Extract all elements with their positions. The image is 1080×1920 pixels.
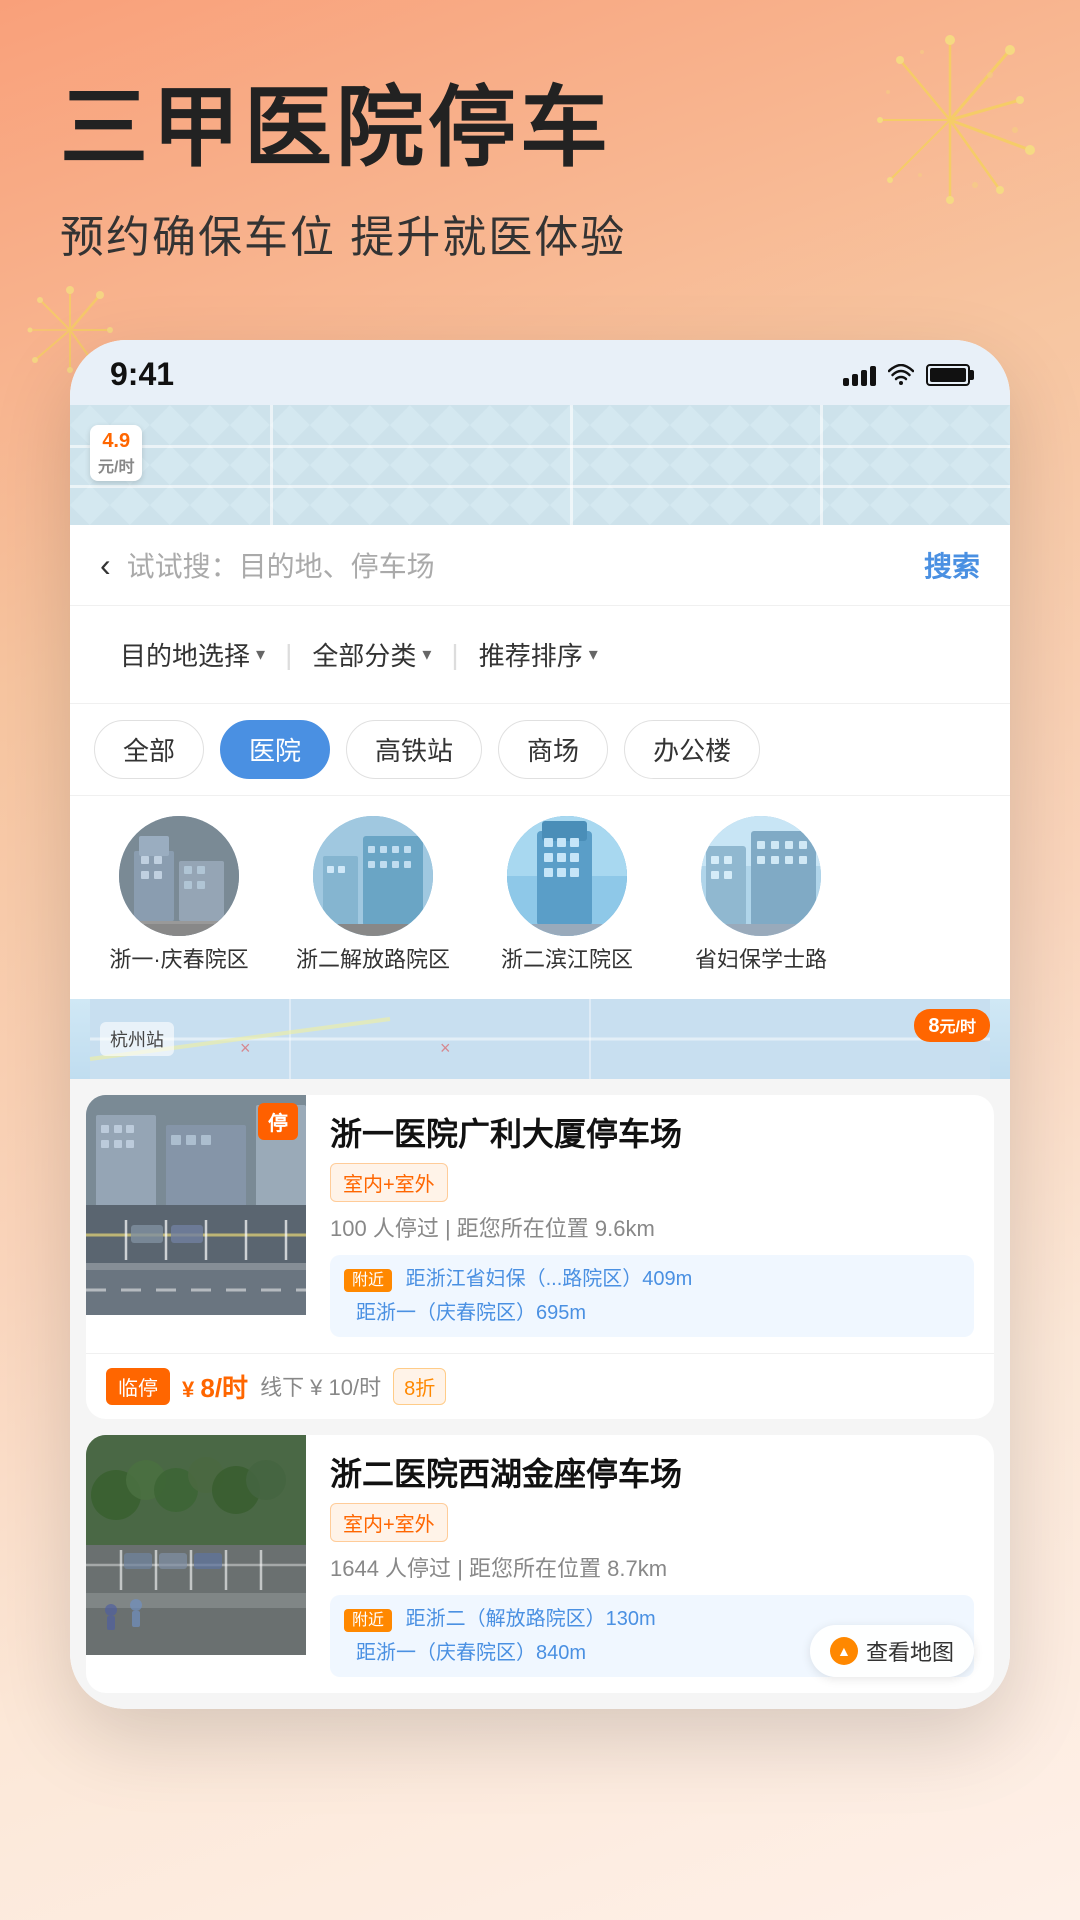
parking-name-1: 浙一医院广利大厦停车场 — [330, 1115, 974, 1153]
station-badge: 杭州站 — [100, 1022, 174, 1056]
parking-list: 停 浙一医院广利大厦停车场 室内+室外 100 人停过 | 距您所在位置 9.6… — [70, 1079, 1010, 1710]
parking-card-1[interactable]: 停 浙一医院广利大厦停车场 室内+室外 100 人停过 | 距您所在位置 9.6… — [86, 1095, 994, 1419]
category-tabs: 全部 医院 高铁站 商场 办公楼 — [70, 704, 1010, 796]
parking-card-2[interactable]: 浙二医院西湖金座停车场 室内+室外 1644 人停过 | 距您所在位置 8.7k… — [86, 1435, 994, 1693]
pricing-row-1: 临停 ¥ 8/时 线下 ¥ 10/时 8折 — [86, 1353, 994, 1419]
status-icons — [843, 364, 970, 386]
search-input[interactable]: 试试搜：目的地、停车场 — [127, 545, 908, 585]
parking-info-1: 浙一医院广利大厦停车场 室内+室外 100 人停过 | 距您所在位置 9.6km… — [306, 1095, 994, 1353]
chevron-down-icon: ▾ — [589, 644, 598, 665]
category-filter[interactable]: 全部分类 ▾ — [292, 626, 451, 683]
status-bar: 9:41 — [70, 340, 1010, 405]
tab-office[interactable]: 办公楼 — [624, 720, 760, 779]
hospital-section: 浙一·庆春院区 — [70, 796, 1010, 999]
parking-image-1: 停 — [86, 1095, 306, 1315]
hospital-circle-4 — [701, 816, 821, 936]
map-bottom-strip: × × 杭州站 8元/时 — [70, 999, 1010, 1079]
nearby-item-1-1: 附近 距浙江省妇保（...路院区）409m — [344, 1265, 960, 1293]
phone-mockup: 9:41 — [70, 340, 1010, 1709]
parking-tags-2: 室内+室外 — [330, 1503, 974, 1542]
tab-mall[interactable]: 商场 — [498, 720, 608, 779]
hospital-item-1[interactable]: 浙一·庆春院区 — [94, 816, 264, 975]
discount-badge-1: 8折 — [393, 1368, 446, 1405]
svg-text:×: × — [440, 1038, 451, 1058]
hospital-circle-2 — [313, 816, 433, 936]
search-bar: ‹ 试试搜：目的地、停车场 搜索 — [70, 525, 1010, 606]
nearby-item-1-2: 距浙一（庆春院区）695m — [344, 1299, 960, 1327]
hospital-item-3[interactable]: 浙二滨江院区 — [482, 816, 652, 975]
indoor-tag-1: 室内+室外 — [330, 1163, 448, 1202]
parking-tags-1: 室内+室外 — [330, 1163, 974, 1202]
map-dot-icon: ▲ — [830, 1637, 858, 1665]
chevron-down-icon: ▾ — [422, 644, 431, 665]
hospital-name-1: 浙一·庆春院区 — [109, 946, 248, 975]
hospital-item-2[interactable]: 浙二解放路院区 — [288, 816, 458, 975]
sort-filter[interactable]: 推荐排序 ▾ — [459, 626, 618, 683]
map-marker: 8元/时 — [914, 1009, 990, 1042]
hospital-item-4[interactable]: 省妇保学士路 — [676, 816, 846, 975]
svg-text:×: × — [240, 1038, 251, 1058]
nearby-section-1: 附近 距浙江省妇保（...路院区）409m 距浙一（庆春院区）695m — [330, 1255, 974, 1337]
hospital-circle-3 — [507, 816, 627, 936]
main-title: 三甲医院停车 — [60, 80, 1020, 177]
status-time: 9:41 — [110, 356, 174, 393]
sub-title: 预约确保车位 提升就医体验 — [60, 201, 1020, 265]
header-area: 三甲医院停车 预约确保车位 提升就医体验 — [0, 0, 1080, 305]
hospital-circle-1 — [119, 816, 239, 936]
signal-icon — [843, 364, 876, 386]
tab-all[interactable]: 全部 — [94, 720, 204, 779]
tab-hospital[interactable]: 医院 — [220, 720, 330, 779]
map-price-badge: 4.9 元/时 — [90, 425, 142, 481]
hospital-name-3: 浙二滨江院区 — [501, 946, 633, 975]
back-button[interactable]: ‹ — [100, 547, 111, 584]
price-display-1: ¥ 8/时 — [182, 1368, 248, 1405]
destination-filter[interactable]: 目的地选择 ▾ — [100, 626, 285, 683]
indoor-tag-2: 室内+室外 — [330, 1503, 448, 1542]
search-button[interactable]: 搜索 — [924, 545, 980, 585]
offline-price-1: 线下 ¥ 10/时 — [260, 1370, 381, 1402]
temp-parking-badge: 临停 — [106, 1368, 170, 1405]
hospital-name-4: 省妇保学士路 — [695, 946, 827, 975]
parking-stats-1: 100 人停过 | 距您所在位置 9.6km — [330, 1212, 974, 1245]
parking-image-2 — [86, 1435, 306, 1655]
hospital-name-2: 浙二解放路院区 — [296, 946, 450, 975]
parking-name-2: 浙二医院西湖金座停车场 — [330, 1455, 974, 1493]
tab-highspeed[interactable]: 高铁站 — [346, 720, 482, 779]
battery-icon — [926, 364, 970, 386]
map-area: 4.9 元/时 — [70, 405, 1010, 525]
parking-stats-2: 1644 人停过 | 距您所在位置 8.7km — [330, 1552, 974, 1585]
view-map-button[interactable]: ▲ 查看地图 — [810, 1625, 974, 1677]
filter-row: 目的地选择 ▾ | 全部分类 ▾ | 推荐排序 ▾ — [70, 606, 1010, 704]
chevron-down-icon: ▾ — [256, 644, 265, 665]
wifi-icon — [888, 364, 914, 386]
outdoor-badge-1: 停 — [258, 1103, 298, 1140]
